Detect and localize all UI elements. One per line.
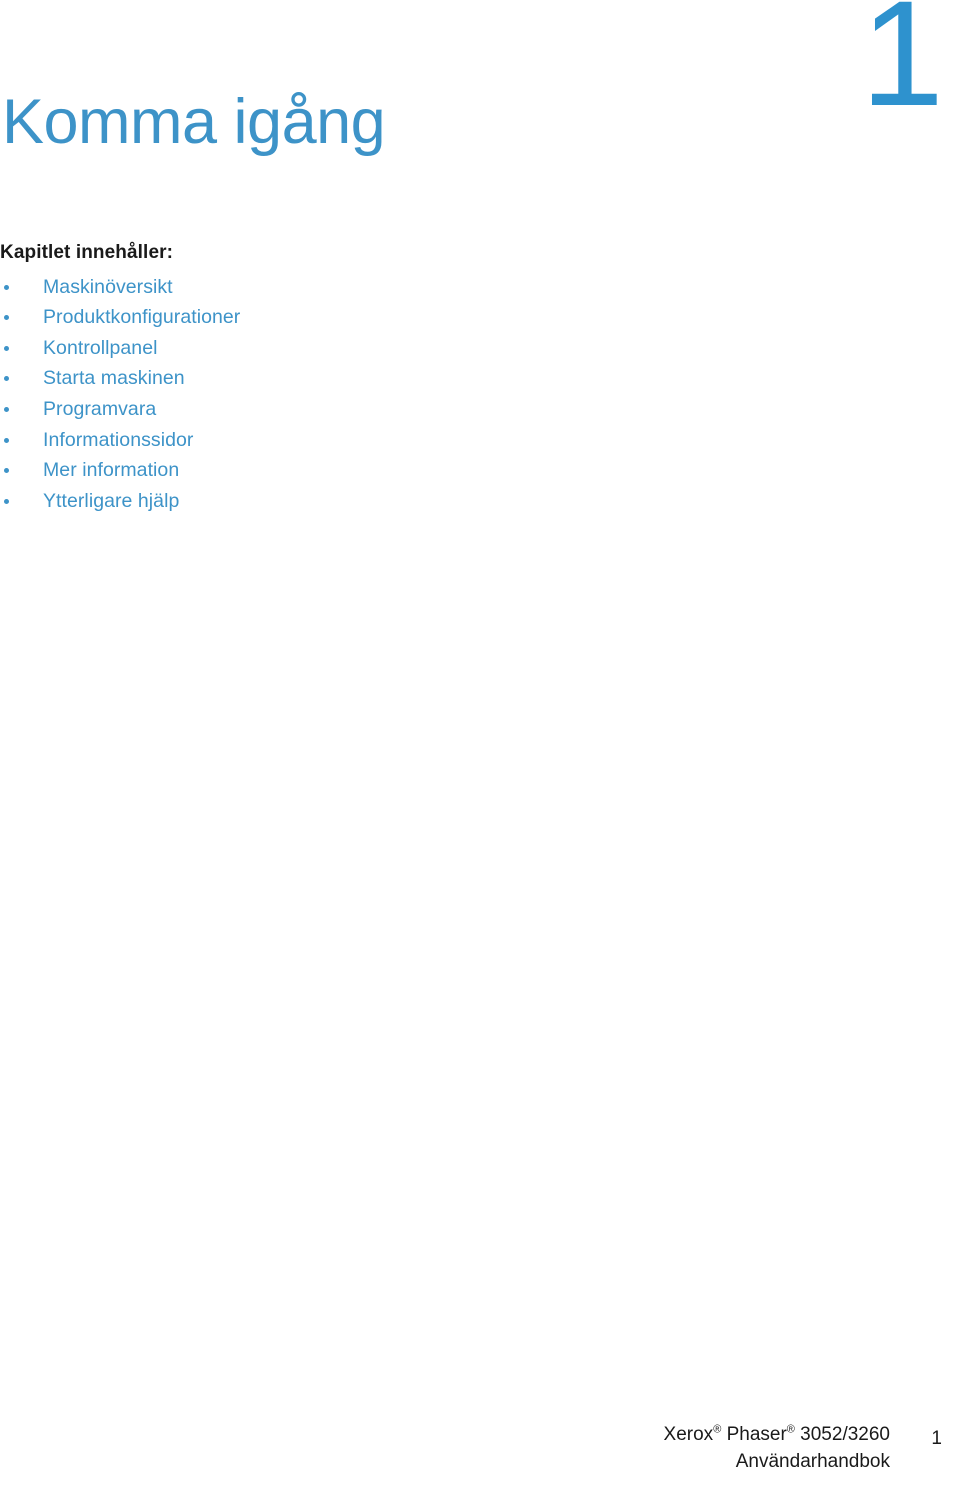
list-item-label: Maskinöversikt: [43, 275, 173, 298]
list-item-label: Programvara: [43, 398, 157, 421]
chapter-number: 1: [860, 0, 944, 137]
footer-product-family: Phaser: [726, 1424, 787, 1445]
list-item-label: Starta maskinen: [43, 367, 185, 390]
footer-document-type: Användarhandbok: [735, 1451, 890, 1472]
list-item[interactable]: Maskinöversikt: [0, 272, 700, 303]
bullet-icon: [4, 315, 9, 321]
registered-mark-icon: ®: [786, 1423, 795, 1436]
bullet-icon: [4, 437, 9, 443]
contents-heading: Kapitlet innehåller:: [0, 242, 174, 263]
list-item[interactable]: Starta maskinen: [0, 363, 700, 394]
list-item-label: Produktkonfigurationer: [43, 306, 241, 329]
list-item-label: Informationssidor: [43, 428, 194, 451]
registered-mark-icon: ®: [713, 1423, 722, 1436]
list-item[interactable]: Mer information: [0, 455, 700, 486]
bullet-icon: [4, 345, 9, 351]
list-item-label: Mer information: [43, 459, 180, 482]
page-footer: Xerox® Phaser® 3052/3260 Användarhandbok…: [0, 1419, 960, 1483]
list-item[interactable]: Kontrollpanel: [0, 333, 700, 364]
list-item-label: Ytterligare hjälp: [43, 489, 180, 512]
footer-model: 3052/3260: [800, 1424, 890, 1445]
bullet-icon: [4, 284, 9, 290]
page-number: 1: [931, 1428, 942, 1449]
bullet-icon: [4, 468, 9, 474]
bullet-icon: [4, 407, 9, 413]
document-page: Komma igång 1 Kapitlet innehåller: Maski…: [0, 0, 960, 1495]
list-item[interactable]: Informationssidor: [0, 425, 700, 456]
bullet-icon: [4, 498, 9, 504]
footer-document-title: Xerox® Phaser® 3052/3260 Användarhandbok: [370, 1421, 890, 1475]
chapter-contents: Kapitlet innehåller: Maskinöversikt Prod…: [0, 240, 700, 516]
list-item-label: Kontrollpanel: [43, 336, 158, 359]
page-title: Komma igång: [2, 87, 386, 158]
bullet-icon: [4, 376, 9, 382]
list-item[interactable]: Programvara: [0, 394, 700, 425]
list-item[interactable]: Ytterligare hjälp: [0, 486, 700, 517]
contents-list: Maskinöversikt Produktkonfigurationer Ko…: [0, 272, 700, 517]
footer-brand: Xerox: [663, 1424, 714, 1445]
list-item[interactable]: Produktkonfigurationer: [0, 302, 700, 333]
